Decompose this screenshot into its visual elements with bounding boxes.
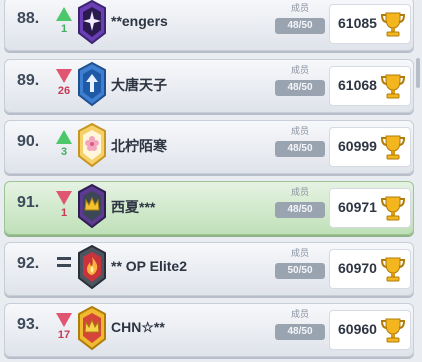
purple-crown-badge-icon [78, 183, 106, 229]
trophy-count: 60960 [338, 321, 377, 337]
clan-name: 北柠陌寒 [111, 138, 167, 154]
rank-down-indicator: 17 [55, 311, 73, 349]
trophy-box: 60999 [329, 127, 411, 167]
rank-number: 90. [17, 133, 40, 150]
trophy-icon [380, 257, 406, 282]
rank-number: 92. [17, 255, 40, 272]
trophy-box: 60960 [329, 310, 411, 350]
rank-change: 1 [60, 207, 68, 219]
trophy-box: 61085 [329, 4, 411, 44]
rank-up-indicator: 1 [55, 5, 73, 43]
trophy-icon [380, 74, 406, 99]
members-count: 48/50 [275, 141, 325, 157]
clan-row[interactable]: 88. 1 **engers 成员 48/50 61085 [4, 0, 414, 51]
equal-icon-bar [57, 264, 71, 267]
clan-row-own[interactable]: 91. 1 西夏*** 成员 48/50 60971 [4, 181, 414, 235]
trophy-box: 60971 [329, 188, 411, 228]
trophy-icon [380, 196, 406, 221]
clan-name: 大唐天子 [111, 77, 167, 93]
rank-change: 3 [60, 146, 68, 158]
trophy-count: 60999 [338, 138, 377, 154]
members-count: 48/50 [275, 202, 325, 218]
members-count: 48/50 [275, 18, 325, 34]
rank-change: 1 [60, 23, 68, 35]
members-count: 48/50 [275, 324, 325, 340]
members-label: 成员 [290, 249, 309, 259]
gold-flower-badge-icon [78, 122, 106, 168]
trophy-count: 60971 [338, 199, 377, 215]
members-label: 成员 [290, 4, 309, 14]
rank-change: 17 [57, 329, 71, 341]
clan-name: ** OP Elite2 [111, 258, 188, 274]
clan-leaderboard: 88. 1 **engers 成员 48/50 61085 89. 26 大唐天… [0, 0, 422, 362]
clan-row[interactable]: 90. 3 北柠陌寒 成员 48/50 60999 [4, 120, 414, 174]
clan-name: **engers [111, 13, 168, 29]
rank-number: 93. [17, 316, 40, 333]
members-count: 48/50 [275, 80, 325, 96]
red-fire-badge-icon [78, 244, 106, 290]
arrow-down-icon [56, 191, 72, 205]
rank-down-indicator: 26 [55, 67, 73, 105]
rank-number: 88. [17, 10, 40, 27]
rank-same-indicator [55, 250, 73, 288]
arrow-up-icon [56, 7, 72, 21]
trophy-box: 61068 [329, 66, 411, 106]
purple-star-badge-icon [78, 0, 106, 45]
members-label: 成员 [290, 127, 309, 137]
equal-icon [57, 257, 71, 260]
trophy-box: 60970 [329, 249, 411, 289]
trophy-count: 61085 [338, 15, 377, 31]
arrow-down-icon [56, 69, 72, 83]
clan-row[interactable]: 89. 26 大唐天子 成员 48/50 61068 [4, 59, 414, 113]
rank-down-indicator: 1 [55, 189, 73, 227]
clan-name: 西夏*** [111, 199, 156, 215]
scrollbar-thumb[interactable] [416, 58, 420, 88]
rank-change: 26 [57, 85, 71, 97]
arrow-down-icon [56, 313, 72, 327]
gold-crown-badge-icon [78, 305, 106, 351]
members-label: 成员 [290, 188, 309, 198]
trophy-count: 61068 [338, 77, 377, 93]
clan-row[interactable]: 93. 17 CHN☆** 成员 48/50 60960 [4, 303, 414, 357]
trophy-icon [380, 135, 406, 160]
blue-arrow-badge-icon [78, 61, 106, 107]
rank-up-indicator: 3 [55, 128, 73, 166]
members-count: 50/50 [275, 263, 325, 279]
rank-number: 91. [17, 194, 40, 211]
arrow-up-icon [56, 130, 72, 144]
trophy-icon [380, 12, 406, 37]
clan-name: CHN☆** [111, 319, 165, 335]
clan-row[interactable]: 92. ** OP Elite2 成员 50/50 60970 [4, 242, 414, 296]
trophy-icon [380, 318, 406, 343]
rank-number: 89. [17, 72, 40, 89]
trophy-count: 60970 [338, 260, 377, 276]
members-label: 成员 [290, 66, 309, 76]
members-label: 成员 [290, 310, 309, 320]
